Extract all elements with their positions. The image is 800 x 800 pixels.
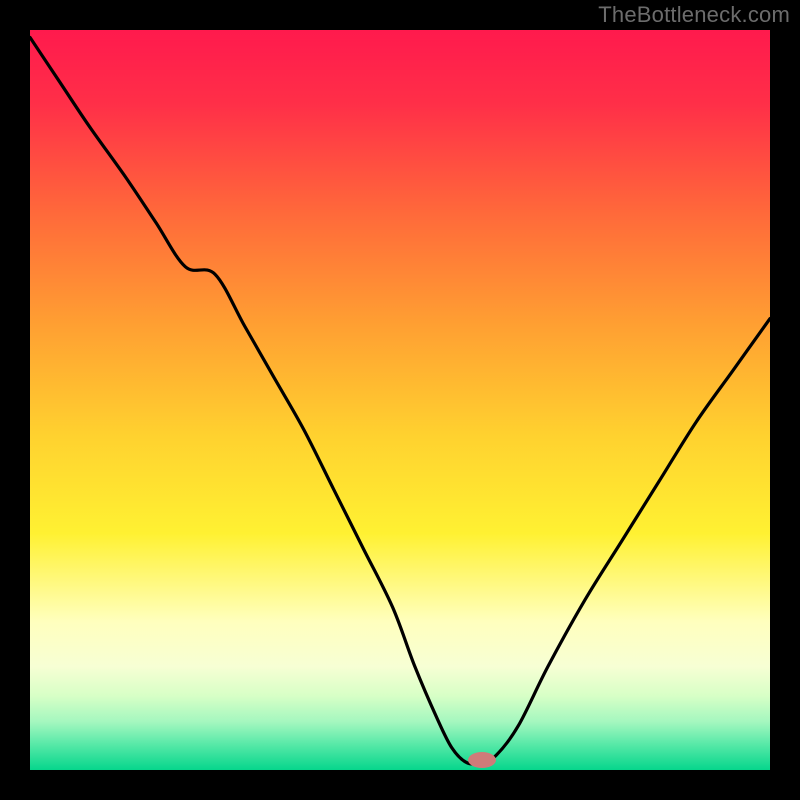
- plot-area: [30, 30, 770, 770]
- chart-frame: TheBottleneck.com: [0, 0, 800, 800]
- watermark-label: TheBottleneck.com: [598, 2, 790, 28]
- bottleneck-chart: [30, 30, 770, 770]
- gradient-background: [30, 30, 770, 770]
- highlight-marker: [468, 752, 496, 768]
